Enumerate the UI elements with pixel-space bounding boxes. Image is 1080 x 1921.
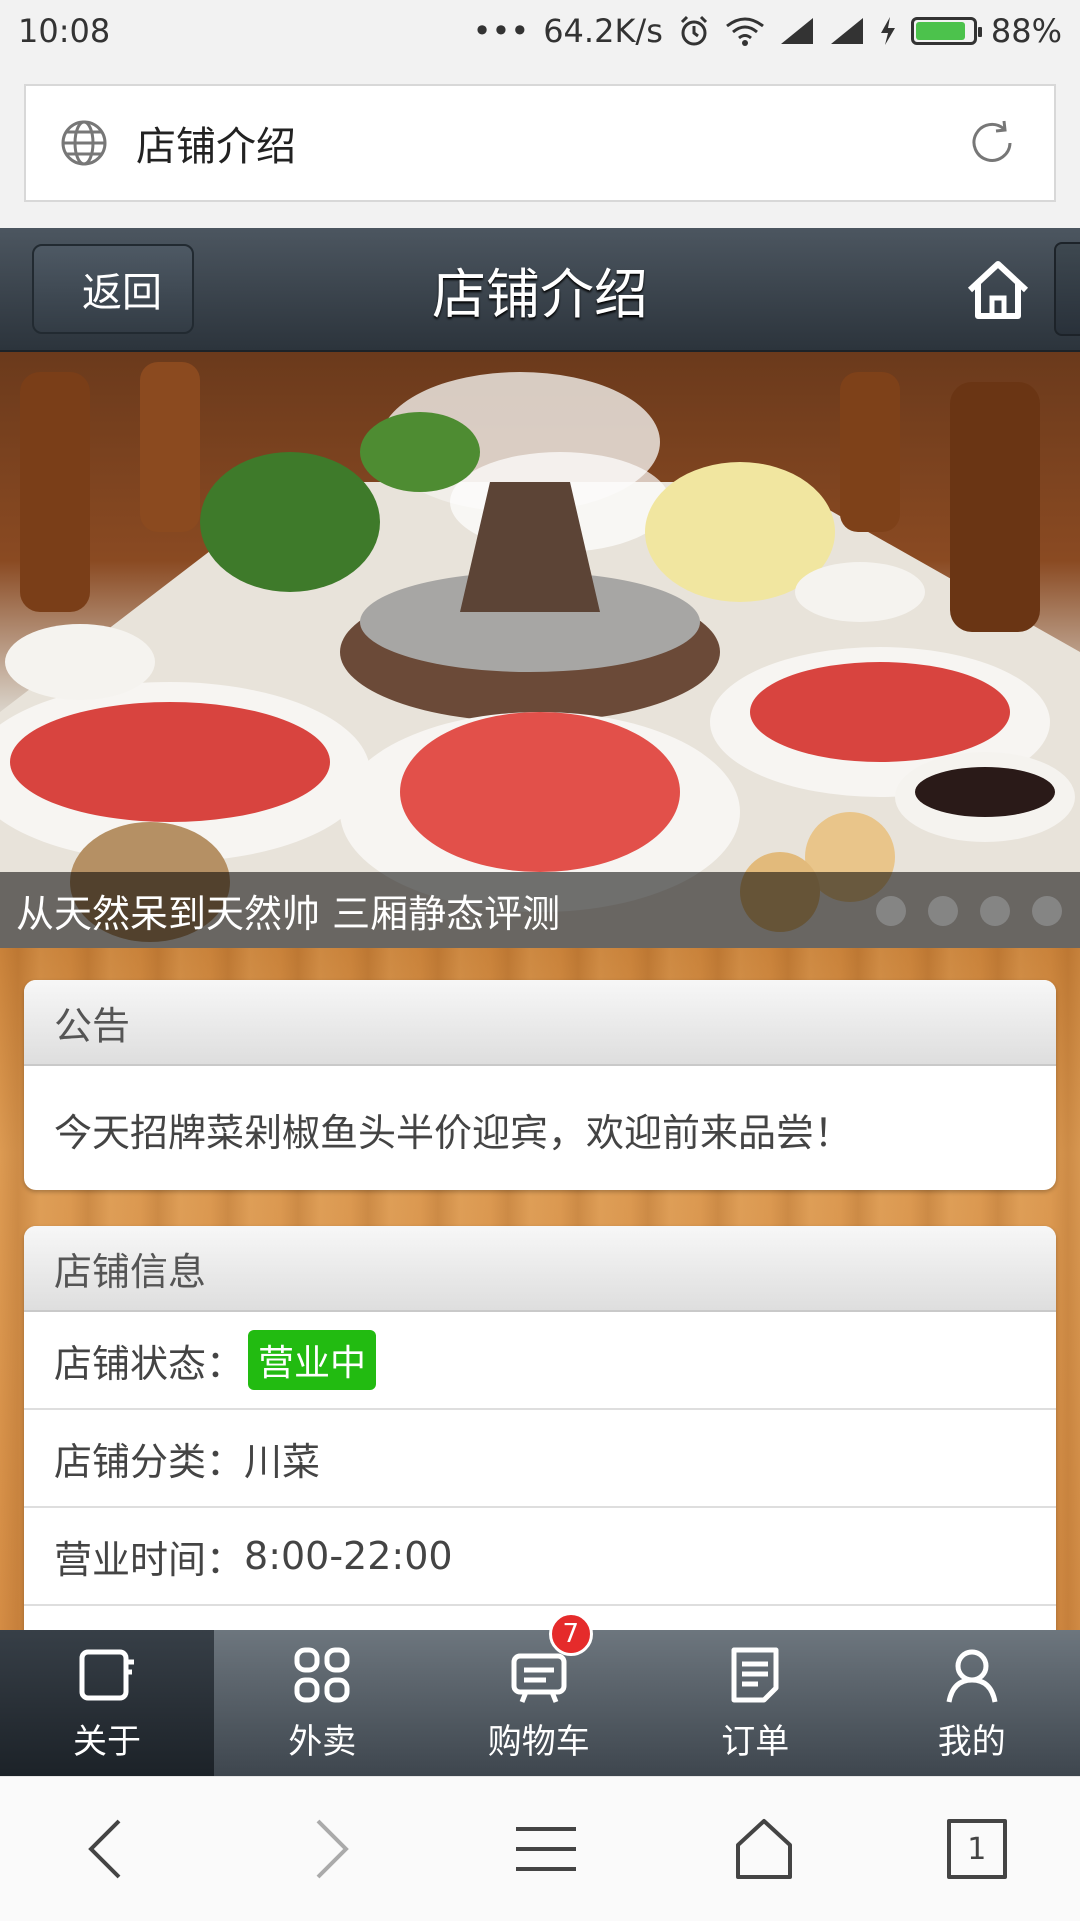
bottom-tab-bar: 关于 外卖 7 购物车 订单 我的 xyxy=(0,1630,1080,1776)
shop-category-value: 川菜 xyxy=(244,1431,320,1486)
about-icon xyxy=(76,1644,138,1706)
user-icon xyxy=(941,1644,1003,1706)
address-bar[interactable]: 店铺介绍 xyxy=(24,84,1056,202)
notice-heading: 公告 xyxy=(24,980,1056,1066)
notice-text: 今天招牌菜剁椒鱼头半价迎宾，欢迎前来品尝！ xyxy=(24,1066,1056,1190)
notice-card: 公告 今天招牌菜剁椒鱼头半价迎宾，欢迎前来品尝！ xyxy=(24,980,1056,1190)
browser-toolbar: 店铺介绍 xyxy=(0,62,1080,228)
charging-icon xyxy=(879,16,897,46)
cart-badge: 7 xyxy=(549,1612,593,1656)
net-speed: 64.2K/s xyxy=(543,12,663,50)
status-badge: 营业中 xyxy=(248,1330,376,1390)
tab-takeout-label: 外卖 xyxy=(288,1714,356,1763)
battery-icon xyxy=(911,17,977,45)
tab-orders-label: 订单 xyxy=(721,1714,789,1763)
shop-info-card: 店铺信息 店铺状态： 营业中 店铺分类： 川菜 营业时间： 8:00-22:00 xyxy=(24,1226,1056,1646)
shop-status-row: 店铺状态： 营业中 xyxy=(24,1312,1056,1410)
shop-info-heading: 店铺信息 xyxy=(24,1226,1056,1312)
tab-mine[interactable]: 我的 xyxy=(864,1630,1080,1776)
shop-hours-label: 营业时间： xyxy=(54,1529,244,1584)
tab-cart-label: 购物车 xyxy=(488,1714,590,1763)
header-edge xyxy=(1054,242,1080,336)
tab-mine-label: 我的 xyxy=(938,1714,1006,1763)
carousel-dot[interactable] xyxy=(928,896,958,926)
alarm-icon xyxy=(677,14,711,48)
globe-icon xyxy=(60,119,108,167)
signal-icon xyxy=(779,16,815,46)
tab-cart[interactable]: 7 购物车 xyxy=(431,1630,648,1776)
home-nav-icon[interactable] xyxy=(728,1813,800,1885)
reload-icon[interactable] xyxy=(964,115,1020,171)
forward-arrow-icon[interactable] xyxy=(292,1813,364,1885)
shop-hours-row: 营业时间： 8:00-22:00 xyxy=(24,1508,1056,1606)
page-header: 店铺介绍 返回 xyxy=(0,228,1080,353)
carousel-dot[interactable] xyxy=(980,896,1010,926)
banner-carousel[interactable]: 从天然呆到天然帅 三厢静态评测 xyxy=(0,352,1080,948)
battery-percent: 88% xyxy=(991,12,1062,50)
shop-category-label: 店铺分类： xyxy=(54,1431,244,1486)
status-bar: 10:08 ••• 64.2K/s 88% xyxy=(0,0,1080,62)
content-area: 公告 今天招牌菜剁椒鱼头半价迎宾，欢迎前来品尝！ 店铺信息 店铺状态： 营业中 … xyxy=(0,948,1080,1630)
address-text[interactable]: 店铺介绍 xyxy=(136,114,964,172)
more-dots-icon: ••• xyxy=(473,12,530,50)
banner-caption-bar: 从天然呆到天然帅 三厢静态评测 xyxy=(0,872,1080,948)
tab-about-label: 关于 xyxy=(73,1714,141,1763)
home-icon[interactable] xyxy=(964,258,1032,322)
carousel-dots xyxy=(876,896,1062,926)
wifi-icon xyxy=(725,16,765,46)
shop-category-row: 店铺分类： 川菜 xyxy=(24,1410,1056,1508)
status-time: 10:08 xyxy=(18,12,110,50)
tabs-count-icon[interactable]: 1 xyxy=(947,1819,1007,1879)
status-icons: ••• 64.2K/s 88% xyxy=(473,12,1062,50)
tab-about[interactable]: 关于 xyxy=(0,1630,214,1776)
grid-icon xyxy=(291,1644,353,1706)
tab-orders[interactable]: 订单 xyxy=(647,1630,864,1776)
shop-status-label: 店铺状态： xyxy=(54,1333,244,1388)
menu-icon[interactable] xyxy=(510,1813,582,1885)
browser-nav-bar: 1 xyxy=(0,1776,1080,1921)
back-button[interactable]: 返回 xyxy=(32,244,194,334)
order-icon xyxy=(724,1644,786,1706)
carousel-dot[interactable] xyxy=(1032,896,1062,926)
hotpot-photo xyxy=(0,352,1080,948)
carousel-dot[interactable] xyxy=(876,896,906,926)
back-arrow-icon[interactable] xyxy=(73,1813,145,1885)
signal-2-icon xyxy=(829,16,865,46)
tab-takeout[interactable]: 外卖 xyxy=(214,1630,431,1776)
shop-hours-value: 8:00-22:00 xyxy=(244,1534,453,1578)
banner-caption: 从天然呆到天然帅 三厢静态评测 xyxy=(16,883,560,938)
